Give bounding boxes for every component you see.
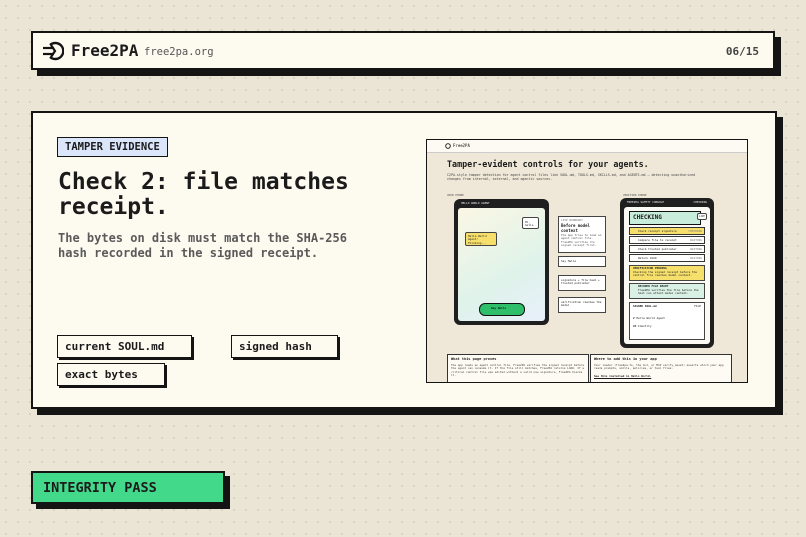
verifier-phone: FREE2PA SAFETY CONSOLE CHECKING CHECKING… xyxy=(620,198,714,348)
check-row-label: Compare file to receipt xyxy=(638,238,677,242)
header-bar: Free2PA free2pa.org 06/15 xyxy=(31,31,775,70)
agent-message-bubble: Hello World Agent: Thinking... xyxy=(465,232,497,246)
tag-exact-bytes: exact bytes xyxy=(57,363,165,386)
user-phone-screen: Hi, hello Hello World Agent: Thinking...… xyxy=(458,208,545,321)
say-hello-label: Say Hello xyxy=(491,306,507,310)
live-toggle-label: LIVE xyxy=(699,215,705,218)
check-row-status: WAITING xyxy=(690,256,702,260)
check-row-status: CHECKING xyxy=(688,229,702,233)
tag-current-soul: current SOUL.md xyxy=(57,335,192,358)
install-box-title: Where to add this in your app xyxy=(594,357,657,361)
brand-domain: free2pa.org xyxy=(144,46,214,58)
check-row-label: Check receipt signature xyxy=(638,229,677,233)
verification-card: verification reaches the model xyxy=(558,297,606,313)
verifier-state-small: CHECKING xyxy=(693,200,707,204)
proof-box-title: What this page proves xyxy=(451,357,497,361)
check-row-status: WAITING xyxy=(690,247,702,251)
preview-logo-icon xyxy=(445,143,451,149)
decoder-ready-box: DECODER FILE READY Free2PA verifies the … xyxy=(629,283,705,299)
user-message-text: Hi, hello xyxy=(525,220,534,228)
preview-subheading: C2PA-style tamper detection for agent co… xyxy=(447,173,696,181)
install-box-body: Your loader (free2pa.ts, the CLI, or MCP… xyxy=(594,363,724,371)
main-card: TAMPER EVIDENCE Check 2: file matches re… xyxy=(31,111,777,409)
page-description: The bytes on disk must match the SHA-256… xyxy=(58,231,347,260)
file-line-1: # Hello World Agent xyxy=(633,316,665,320)
preview-left-label: USER PHONE xyxy=(447,193,464,197)
verifier-phone-title: FREE2PA SAFETY CONSOLE xyxy=(627,200,665,204)
file-line-2: ## Identity xyxy=(633,324,652,328)
verification-pending-body: Checking the signed receipt before the c… xyxy=(633,270,697,278)
boundary-title: Before model context xyxy=(561,223,590,233)
signed-file-box: SIGNED SOUL.md FILE # Hello World Agent … xyxy=(629,302,705,340)
proof-box: What this page proves The app reads an a… xyxy=(447,354,589,382)
boundary-label: LIVE BOUNDARY xyxy=(561,218,583,222)
check-row-signature: Check receipt signature CHECKING xyxy=(629,227,705,235)
check-row-compare: Compare file to receipt WAITING xyxy=(629,236,705,244)
preview-right-label: VERIFIER PHONE xyxy=(623,193,647,197)
check-row-load: Return LOAD WAITING xyxy=(629,254,705,262)
page-title: Check 2: file matches receipt. xyxy=(58,169,349,220)
tag-signed-hash: signed hash xyxy=(231,335,338,358)
check-row-status: WAITING xyxy=(690,238,702,242)
boundary-body: The app tries to load an agent control f… xyxy=(561,233,602,248)
user-message-bubble: Hi, hello xyxy=(522,217,539,229)
install-link[interactable]: See this installed in Hello World. xyxy=(594,374,651,378)
checking-text: CHECKING xyxy=(633,214,662,221)
verification-pending-box: VERIFICATION PENDING Checking the signed… xyxy=(629,265,705,281)
live-toggle[interactable]: LIVE xyxy=(697,213,707,220)
signed-file-label: SIGNED SOUL.md xyxy=(633,304,657,308)
integrity-status-badge: INTEGRITY PASS xyxy=(31,471,225,504)
say-hello-card: Say Hello xyxy=(558,256,606,267)
proof-box-body: The app reads an agent control file. Fre… xyxy=(451,363,585,378)
slide-counter: 06/15 xyxy=(725,45,759,58)
file-toggle[interactable]: FILE xyxy=(694,304,701,308)
check-row-label: Check trusted publisher xyxy=(638,247,677,251)
verification-card-text: verification reaches the model xyxy=(561,300,602,308)
section-badge: TAMPER EVIDENCE xyxy=(57,137,168,157)
preview-nav: Free2PA xyxy=(427,140,747,153)
check-row-publisher: Check trusted publisher WAITING xyxy=(629,245,705,253)
install-box: Where to add this in your app Your loade… xyxy=(590,354,732,382)
app-preview: Free2PA Tamper-evident controls for your… xyxy=(426,139,748,383)
agent-message-text: Hello World Agent: Thinking... xyxy=(468,234,487,245)
logo-icon xyxy=(43,41,64,61)
check-row-label: Return LOAD xyxy=(638,256,657,260)
preview-brand: Free2PA xyxy=(453,143,470,148)
user-phone: HELLO WORLD AGENT Hi, hello Hello World … xyxy=(454,199,549,325)
decoder-ready-body: Free2PA verifies the file before the hos… xyxy=(638,288,699,296)
boundary-card: LIVE BOUNDARY Before model context The a… xyxy=(558,216,606,253)
checking-banner: CHECKING xyxy=(629,211,701,225)
preview-heading: Tamper-evident controls for your agents. xyxy=(447,159,649,169)
user-phone-title: HELLO WORLD AGENT xyxy=(461,201,490,205)
brand-name[interactable]: Free2PA xyxy=(71,41,138,60)
say-hello-card-text: Say Hello xyxy=(561,259,577,263)
say-hello-button[interactable]: Say Hello xyxy=(479,303,525,316)
verifier-phone-screen: CHECKING LIVE Check receipt signature CH… xyxy=(624,207,710,344)
signature-card: signature + file hash + trusted publishe… xyxy=(558,275,606,291)
signature-card-text: signature + file hash + trusted publishe… xyxy=(561,278,600,286)
